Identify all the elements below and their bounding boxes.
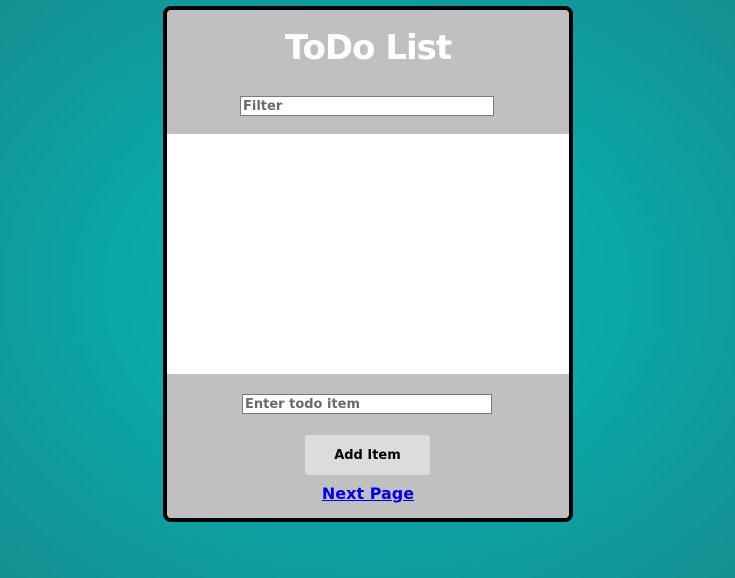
todo-card: ToDo List Add Item Next Page <box>163 6 573 522</box>
card-header: ToDo List <box>167 10 569 134</box>
next-page-link[interactable]: Next Page <box>167 484 569 503</box>
card-footer: Add Item Next Page <box>167 374 569 518</box>
todo-list <box>167 134 569 374</box>
add-item-button[interactable]: Add Item <box>305 435 430 475</box>
todo-item-input[interactable] <box>242 394 492 414</box>
filter-input[interactable] <box>240 96 494 116</box>
page-title: ToDo List <box>284 28 452 68</box>
